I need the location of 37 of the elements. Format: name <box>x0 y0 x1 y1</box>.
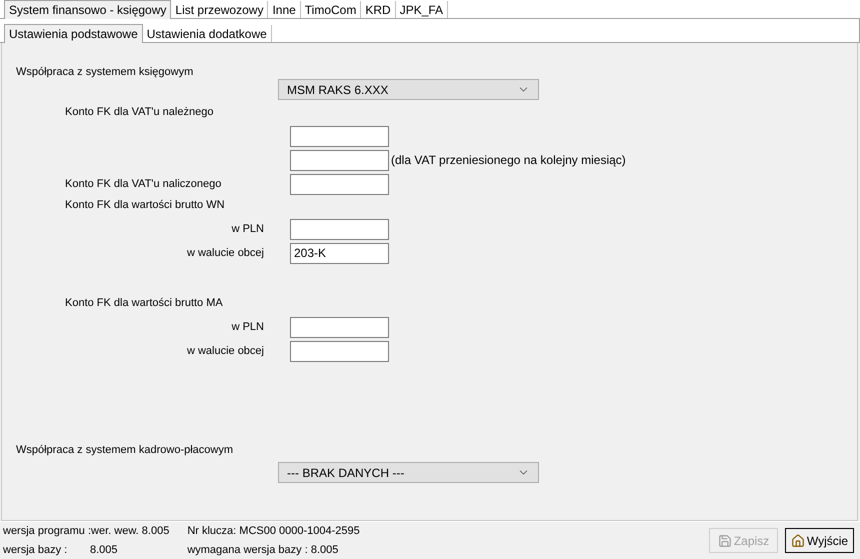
section-heading: Współpraca z systemem kadrowo-płacowym <box>16 444 234 456</box>
tab[interactable]: List przewozowy <box>171 1 268 18</box>
text-field[interactable]: 203-K <box>290 242 389 264</box>
text-field[interactable] <box>290 340 389 362</box>
field-label: Konto FK dla VAT'u naliczonego <box>65 176 222 192</box>
tab[interactable]: Ustawienia podstawowe <box>4 24 143 43</box>
status-value: 8.005 <box>90 543 118 558</box>
status-label: wersja programu : <box>3 524 92 538</box>
group-label: Konto FK dla VAT'u należnego <box>65 105 214 120</box>
dropdown[interactable]: --- BRAK DANYCH --- <box>278 462 539 483</box>
tab[interactable]: Inne <box>268 1 301 18</box>
tab[interactable]: Ustawienia dodatkowe <box>142 25 272 42</box>
field-label: w PLN <box>232 222 264 237</box>
text-field[interactable] <box>290 174 389 194</box>
section-heading: Współpraca z systemem księgowym <box>16 66 194 78</box>
field-label: w walucie obcej <box>186 246 264 261</box>
save-icon <box>718 534 732 548</box>
tab[interactable]: KRD <box>361 1 396 18</box>
text-field[interactable] <box>290 126 389 146</box>
exit-button[interactable]: Wyjście <box>785 528 854 553</box>
tab[interactable]: TimoCom <box>300 1 362 18</box>
text-field[interactable] <box>290 150 389 170</box>
field-label: w walucie obcej <box>186 344 264 359</box>
status-value: wer. wew. 8.005 <box>91 524 170 538</box>
status-text: wymagana wersja bazy : 8.005 <box>187 543 340 558</box>
text-field[interactable] <box>290 218 389 240</box>
group-label: Konto FK dla wartości brutto WN <box>65 198 225 214</box>
status-text: Nr klucza: MCS00 0000-1004-2595 <box>187 524 360 538</box>
home-icon <box>790 534 805 548</box>
dropdown[interactable]: MSM RAKS 6.XXX <box>278 79 539 100</box>
group-label: Konto FK dla wartości brutto MA <box>65 296 223 312</box>
tab[interactable]: JPK_FA <box>396 1 448 18</box>
tab[interactable]: System finansowo - księgowy <box>4 0 172 19</box>
field-label: w PLN <box>232 320 264 335</box>
field-note: (dla VAT przeniesionego na kolejny miesiąc) <box>391 152 626 169</box>
text-field[interactable] <box>290 316 389 338</box>
status-label: wersja bazy : <box>3 543 68 558</box>
